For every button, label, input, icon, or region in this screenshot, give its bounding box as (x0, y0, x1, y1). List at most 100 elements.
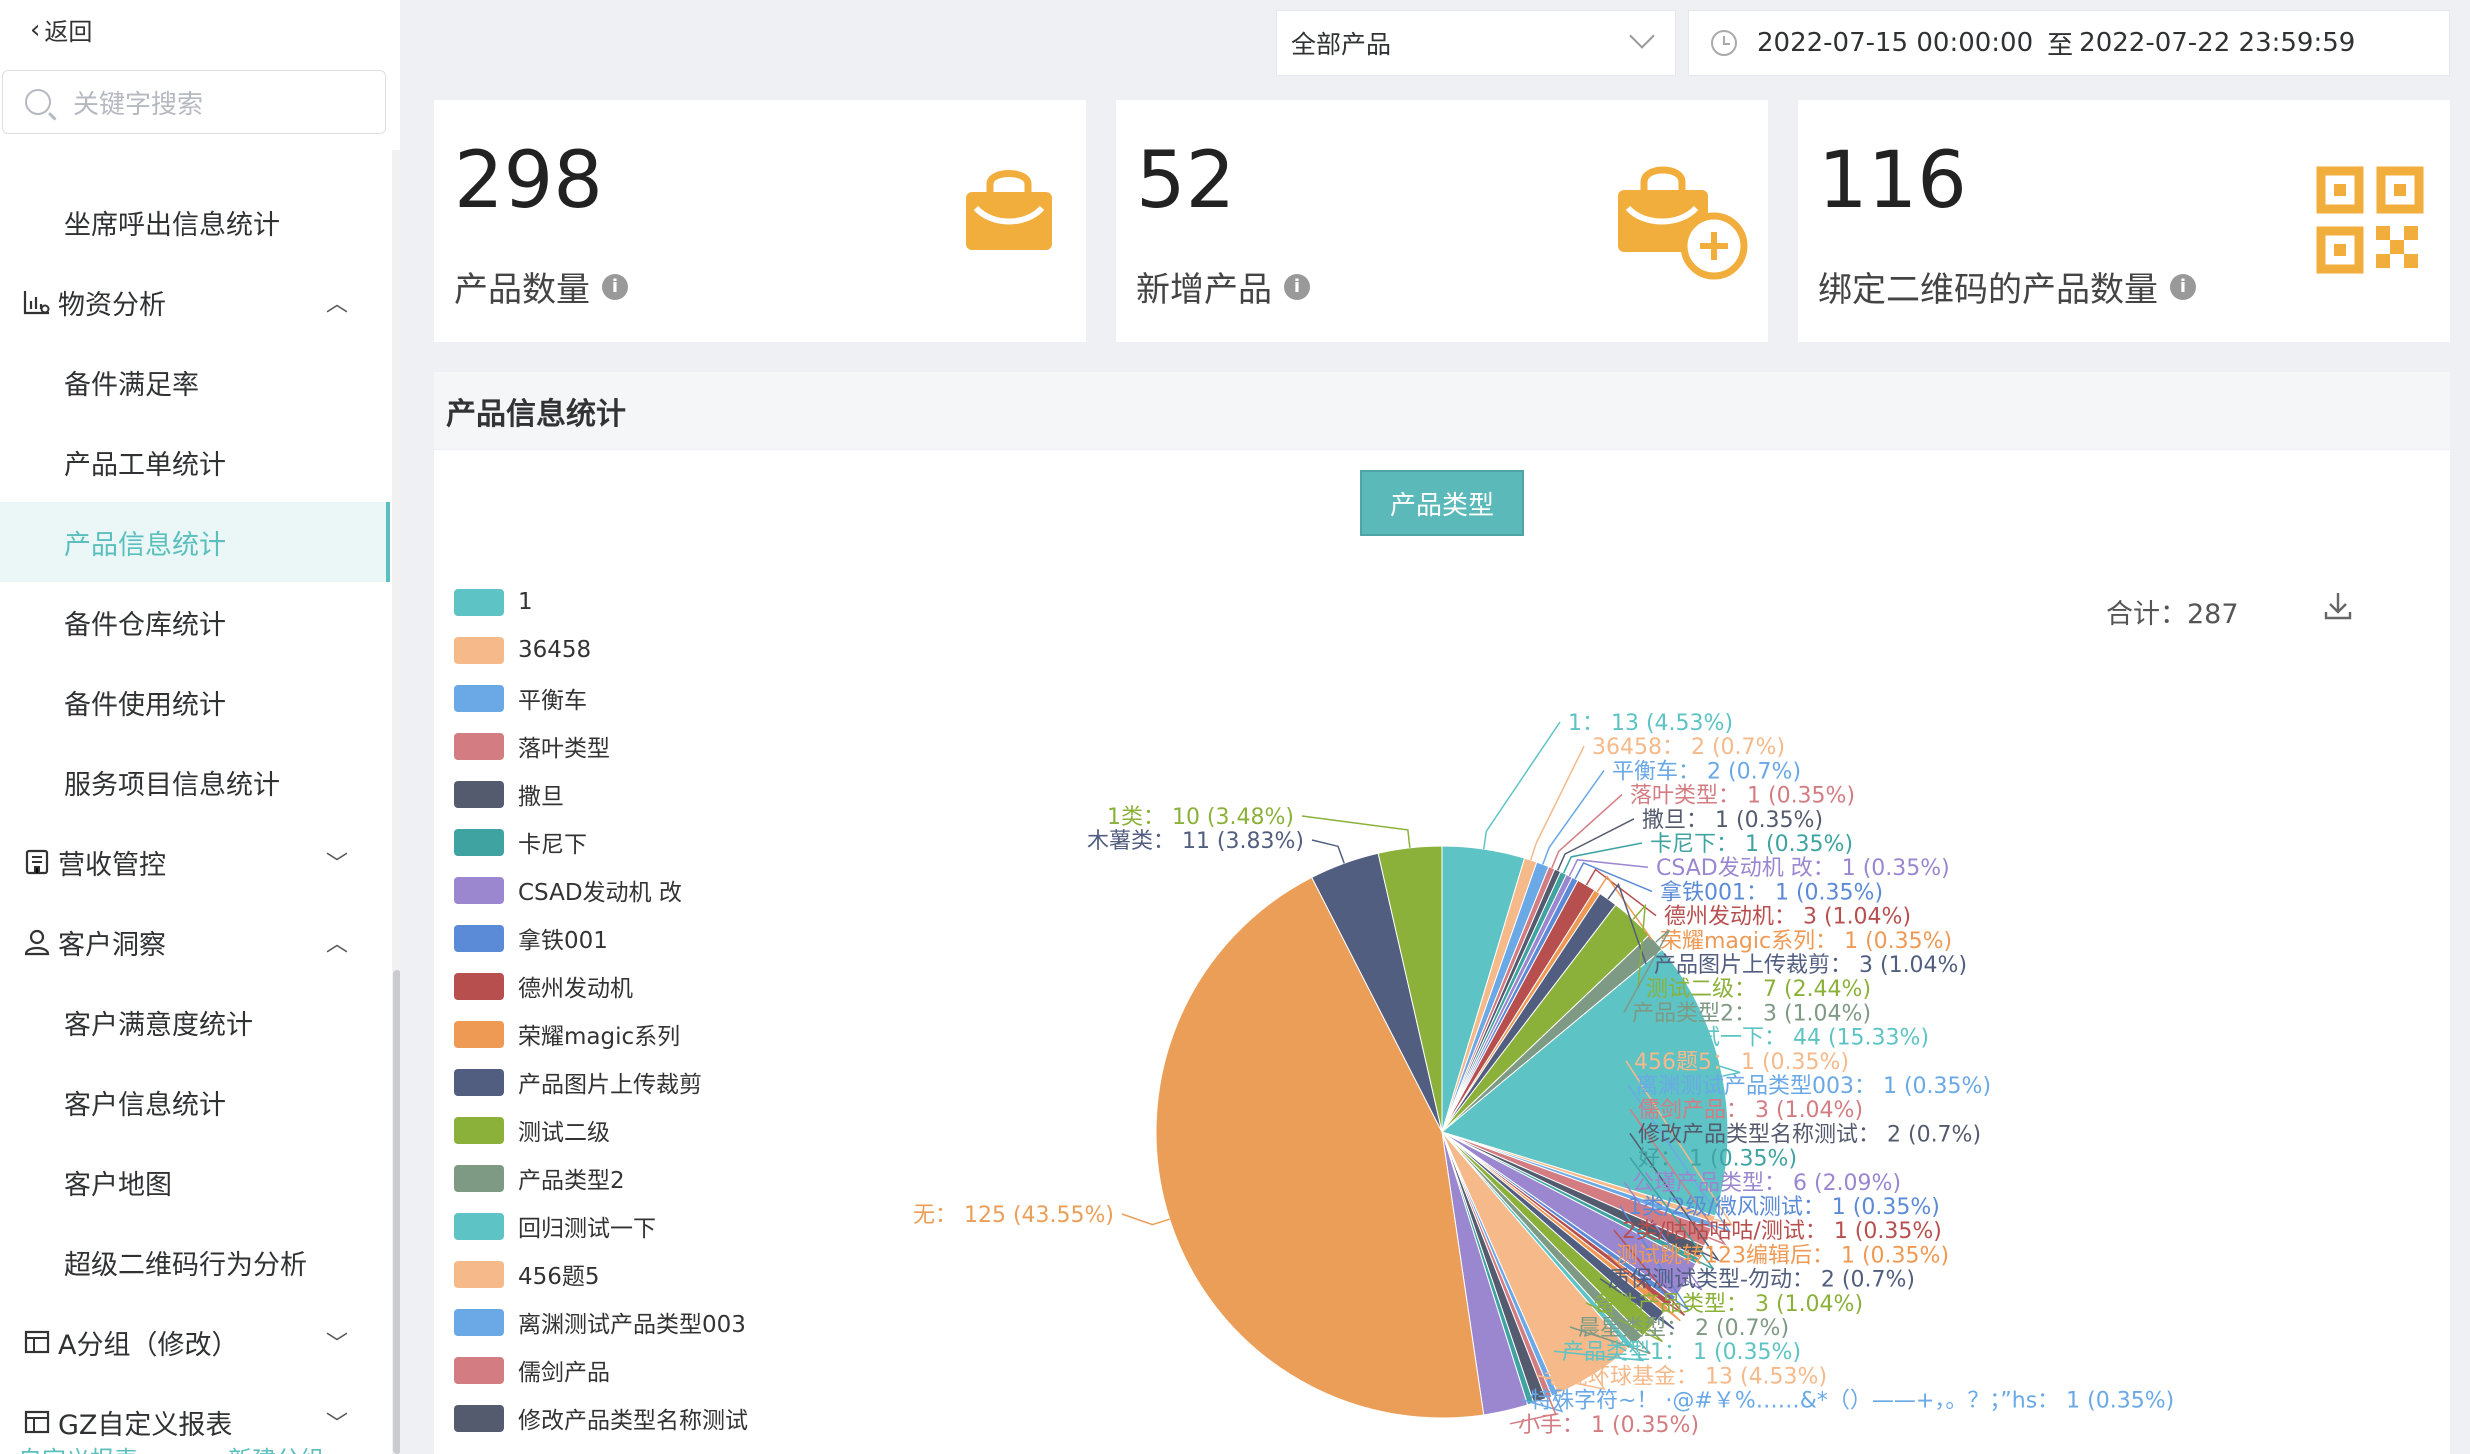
qrcode-icon (2316, 166, 2424, 278)
pie-data-label: 平衡车： 2 (0.7%) (1612, 759, 1801, 784)
stat-card-qrcode-products: 116 绑定二维码的产品数量 i (1798, 100, 2450, 342)
sidebar-item-label: 备件仓库统计 (64, 609, 226, 641)
sidebar-group-revenue[interactable]: 营收管控 ﹀ (0, 822, 390, 902)
pie-data-label: 好： 1 (0.35%) (1638, 1147, 1797, 1172)
chart-icon (22, 287, 52, 317)
sidebar-item-label: 产品信息统计 (64, 529, 226, 561)
pie-data-label: 质保测试类型-勿动： 2 (0.7%) (1608, 1268, 1915, 1293)
pie-data-label: 卡尼下： 1 (0.35%) (1650, 832, 1853, 857)
menu-scrolled-item (60, 140, 290, 160)
label-leader-line (1301, 815, 1411, 848)
sidebar-item-label: A分组（修改） (58, 1329, 239, 1361)
pie-data-label: 拿铁001： 1 (0.35%) (1660, 879, 1883, 905)
sidebar-item-customer-satisfaction[interactable]: 客户满意度统计 (0, 982, 390, 1062)
label-leader-line (1551, 794, 1623, 869)
pie-data-label: 老虎环球基金： 13 (4.53%) (1544, 1364, 1827, 1389)
layout-icon (22, 1327, 52, 1357)
pie-data-label: 测试二级： 7 (2.44%) (1646, 977, 1871, 1002)
sidebar-item-product-info-stats[interactable]: 产品信息统计 (0, 502, 390, 582)
pie-data-label: 2类/咕咕咕咕/测试： 1 (0.35%) (1622, 1219, 1942, 1244)
sidebar-bottom-links: 自定义报表 新建分组 (18, 1440, 324, 1454)
sidebar: ‹ 返回 关键字搜索 坐席呼出信息统计 物资分析 ︿ 备件满足率 产品工单统计 … (0, 0, 400, 1454)
pie-data-label: 木薯类： 11 (3.83%) (1087, 829, 1304, 854)
sidebar-item-label: 坐席呼出信息统计 (64, 209, 280, 241)
product-select-value: 全部产品 (1291, 30, 1392, 59)
pie-data-label: 儒剑产品： 3 (1.04%) (1638, 1098, 1863, 1123)
sidebar-item-label: 客户满意度统计 (64, 1009, 253, 1041)
pie-data-label: 1类： 10 (3.48%) (1107, 805, 1294, 830)
sidebar-item-parts-usage-stats[interactable]: 备件使用统计 (0, 662, 390, 742)
sidebar-item-label: 客户洞察 (58, 929, 166, 961)
pie-data-label: 晨星类型： 2 (0.7%) (1578, 1316, 1789, 1341)
chevron-up-icon: ︿ (325, 292, 348, 317)
sidebar-item-service-item-stats[interactable]: 服务项目信息统计 (0, 742, 390, 822)
chevron-down-icon: ﹀ (325, 1412, 348, 1437)
pie-data-label: 回归测试一下： 44 (15.33%) (1632, 1026, 1929, 1051)
stat-label: 绑定二维码的产品数量 (1818, 270, 2158, 310)
pie-data-label: 修改产品类型名称测试： 2 (0.7%) (1638, 1122, 1981, 1147)
sidebar-item-product-workorder-stats[interactable]: 产品工单统计 (0, 422, 390, 502)
sidebar-group-materials[interactable]: 物资分析 ︿ (0, 262, 390, 342)
search-icon (25, 89, 51, 115)
user-icon (22, 927, 52, 957)
sidebar-item-label: 备件满足率 (64, 369, 199, 401)
sidebar-item-label: 客户地图 (64, 1169, 172, 1201)
sidebar-group-customer-insight[interactable]: 客户洞察 ︿ (0, 902, 390, 982)
back-label: 返回 (44, 18, 93, 46)
search-placeholder: 关键字搜索 (73, 89, 204, 120)
sidebar-item-label: 物资分析 (58, 289, 166, 321)
pie-data-label: 36458： 2 (0.7%) (1592, 735, 1785, 760)
chevron-left-icon: ‹ (30, 14, 41, 45)
pie-data-label: 荣耀magic系列： 1 (0.35%) (1660, 929, 1952, 954)
sidebar-item-parts-warehouse-stats[interactable]: 备件仓库统计 (0, 582, 390, 662)
stat-card-new-products: 52 新增产品 i (1116, 100, 1768, 342)
sidebar-item-label: 超级二维码行为分析 (64, 1249, 307, 1281)
sidebar-scrollbar[interactable] (393, 970, 400, 1454)
label-leader-line (1121, 1213, 1170, 1226)
pie-data-label: 产品类型2： 3 (1.04%) (1632, 1001, 1871, 1026)
pie-data-label: 产品图片上传裁剪： 3 (1.04%) (1654, 953, 1967, 978)
pie-data-label: 1： 13 (4.53%) (1568, 711, 1733, 736)
chevron-up-icon: ︿ (325, 932, 348, 957)
pie-data-label: 落叶类型： 1 (0.35%) (1630, 784, 1855, 809)
info-icon[interactable]: i (1284, 273, 1310, 300)
sidebar-item-qrcode-behavior[interactable]: 超级二维码行为分析 (0, 1222, 390, 1302)
stat-label-wrap: 新增产品 i (1136, 262, 1310, 311)
pie-data-label: 测试跳转123编辑后： 1 (0.35%) (1616, 1243, 1949, 1268)
sidebar-group-a[interactable]: A分组（修改） ﹀ (0, 1302, 390, 1382)
product-select[interactable]: 全部产品 (1276, 10, 1676, 76)
pie-data-label: 撒旦： 1 (0.35%) (1642, 808, 1823, 833)
sidebar-item-customer-map[interactable]: 客户地图 (0, 1142, 390, 1222)
layout-icon (22, 1407, 52, 1437)
stat-label: 产品数量 (454, 270, 590, 310)
info-icon[interactable]: i (602, 273, 628, 300)
sidebar-item-label: 备件使用统计 (64, 689, 226, 721)
label-leader-line (1529, 745, 1585, 861)
sidebar-item-parts-fulfillment[interactable]: 备件满足率 (0, 342, 390, 422)
add-bag-icon (1610, 156, 1750, 290)
chevron-down-icon: ﹀ (325, 1332, 348, 1357)
stat-label-wrap: 产品数量 i (454, 262, 628, 311)
stat-label: 新增产品 (1136, 270, 1272, 310)
back-link[interactable]: ‹ 返回 (30, 12, 92, 47)
shopping-bag-icon (962, 162, 1056, 260)
product-info-panel: 产品信息统计 产品类型 1 36458 平衡车 落叶类型 撒旦 卡尼下 CSAD发动机 改拿… (434, 372, 2450, 1454)
pie-data-label: 特殊字符~！ ·@#￥%……&*（）——+，。？；”hs： 1 (0.35%) (1530, 1389, 2174, 1414)
pie-data-label: 小手： 1 (0.35%) (1518, 1413, 1699, 1438)
label-leader-line (1562, 842, 1643, 874)
info-icon[interactable]: i (2170, 273, 2196, 300)
new-group-link[interactable]: 新建分组 (228, 1440, 324, 1454)
sidebar-item-label: 产品工单统计 (64, 449, 226, 481)
sidebar-item-customer-info[interactable]: 客户信息统计 (0, 1062, 390, 1142)
pie-data-label: 456题5： 1 (0.35%) (1634, 1050, 1849, 1075)
search-input[interactable]: 关键字搜索 (2, 70, 386, 134)
pie-data-label: 德州发动机： 3 (1.04%) (1664, 905, 1911, 930)
custom-report-link[interactable]: 自定义报表 (18, 1440, 138, 1454)
pie-data-label: 离渊测试产品类型003： 1 (0.35%) (1636, 1074, 1991, 1099)
sidebar-item-label: GZ自定义报表 (58, 1409, 233, 1441)
clock-icon (1711, 30, 1737, 56)
sidebar-item-outbound-call-stats[interactable]: 坐席呼出信息统计 (0, 182, 390, 262)
building-icon (22, 847, 52, 877)
stat-value: 298 (454, 136, 603, 226)
date-range-picker[interactable]: 2022-07-15 00:00:00 至 2022-07-22 23:59:5… (1688, 10, 2450, 76)
